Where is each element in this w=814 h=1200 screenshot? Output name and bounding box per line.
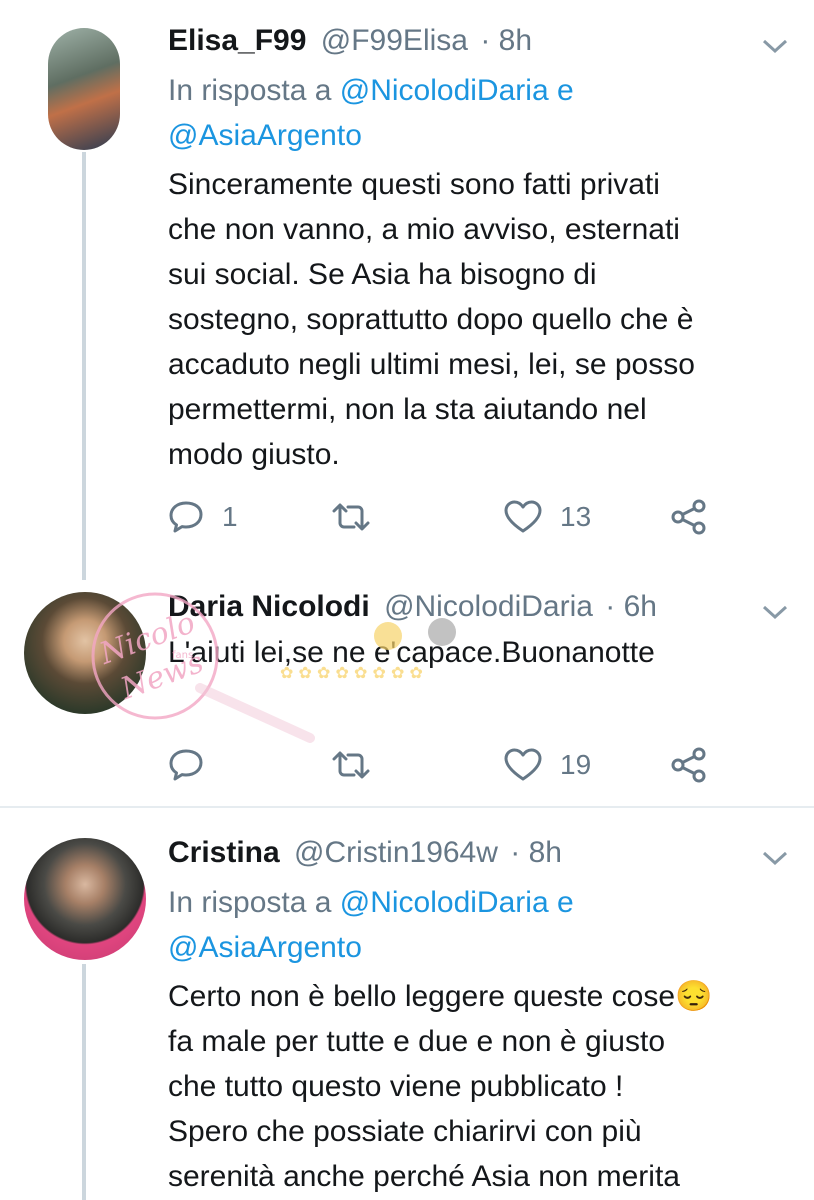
- share-icon: [671, 499, 706, 535]
- author-name[interactable]: Daria Nicolodi: [168, 590, 370, 623]
- reply-context: In risposta a @NicolodiDaria e @AsiaArge…: [168, 68, 574, 158]
- tweet-text-line: permettermi, non la sta aiutando nel: [168, 393, 647, 426]
- tweet-text: L'aiuti lei,se ne e'capace.Buonanotte: [168, 630, 788, 675]
- mention-link[interactable]: @AsiaArgento: [168, 931, 362, 964]
- retweet-icon: [332, 751, 370, 779]
- reply-joiner: e: [556, 886, 574, 919]
- tweet-text-line: che non vanno, a mio avviso, esternati: [168, 213, 680, 246]
- tweet-daria[interactable]: Daria Nicolodi @NicolodiDaria · 6h L'aiu…: [0, 580, 814, 806]
- tweet-cristina[interactable]: Cristina @Cristin1964w · 8h In risposta …: [0, 808, 814, 1200]
- avatar-elisa[interactable]: [48, 28, 120, 150]
- like-count: 19: [560, 749, 592, 780]
- tweet-text-line: fa male per tutte e due e non è giusto: [168, 1025, 666, 1058]
- retweet-button[interactable]: [330, 740, 372, 790]
- tweet-elisa[interactable]: Elisa_F99 @F99Elisa · 8h In risposta a @…: [0, 0, 814, 580]
- author-name[interactable]: Cristina: [168, 836, 280, 869]
- thread-line: [82, 152, 86, 580]
- chevron-down-icon[interactable]: [760, 848, 790, 868]
- author-handle[interactable]: @NicolodiDaria: [384, 590, 593, 623]
- thread-line: [82, 964, 86, 1200]
- author-handle[interactable]: @Cristin1964w: [294, 836, 498, 869]
- chevron-down-icon[interactable]: [760, 36, 790, 56]
- tweet-time: · 8h: [480, 24, 533, 57]
- mention-link[interactable]: @NicolodiDaria: [340, 886, 549, 919]
- tweet-header: Cristina @Cristin1964w · 8h: [168, 836, 562, 870]
- retweet-icon: [332, 503, 370, 531]
- tweet-text-line: Sinceramente questi sono fatti privati: [168, 168, 660, 201]
- share-icon: [671, 747, 706, 783]
- reply-count: 1: [222, 501, 238, 532]
- pensive-emoji: 😔: [675, 980, 713, 1013]
- like-count: 13: [560, 501, 592, 532]
- tweet-text-line: Certo non è bello leggere queste cose: [168, 980, 676, 1013]
- heart-icon: [504, 500, 542, 533]
- reply-joiner: e: [556, 74, 574, 107]
- reply-icon: [169, 749, 203, 781]
- avatar-cristina[interactable]: [24, 838, 146, 960]
- tweet-time: · 6h: [605, 590, 657, 623]
- tweet-actions: 19: [168, 740, 728, 790]
- tweet-text-line: Spero che possiate chiarirvi con più: [168, 1115, 642, 1148]
- share-button[interactable]: [670, 492, 708, 542]
- tweet-header: Elisa_F99 @F99Elisa · 8h: [168, 24, 532, 58]
- like-button[interactable]: 13: [504, 492, 591, 542]
- reply-button[interactable]: 1: [168, 492, 238, 542]
- tweet-text: Sinceramente questi sono fatti privati c…: [168, 162, 788, 477]
- tweet-time: · 8h: [510, 836, 562, 869]
- reply-icon: [169, 501, 203, 533]
- tweet-text-line: che tutto questo viene pubblicato !: [168, 1070, 624, 1103]
- tweet-text-line: sui social. Se Asia ha bisogno di: [168, 258, 597, 291]
- tweet-text-line: sostegno, soprattutto dopo quello che è: [168, 303, 694, 336]
- author-name[interactable]: Elisa_F99: [168, 24, 306, 57]
- share-button[interactable]: [670, 740, 708, 790]
- mention-link[interactable]: @NicolodiDaria: [340, 74, 549, 107]
- tweet-actions: 1 13: [168, 492, 728, 542]
- reply-button[interactable]: [168, 740, 222, 790]
- chevron-down-icon[interactable]: [760, 602, 790, 622]
- tweet-text-line: modo giusto.: [168, 438, 340, 471]
- avatar-daria[interactable]: [24, 592, 146, 714]
- reply-prefix: In risposta a: [168, 74, 332, 107]
- author-handle[interactable]: @F99Elisa: [321, 24, 468, 57]
- reply-prefix: In risposta a: [168, 886, 332, 919]
- mention-link[interactable]: @AsiaArgento: [168, 119, 362, 152]
- tweet-text: Certo non è bello leggere queste cose😔 f…: [168, 974, 788, 1199]
- retweet-button[interactable]: [330, 492, 372, 542]
- tweet-text-line: accaduto negli ultimi mesi, lei, se poss…: [168, 348, 695, 381]
- tweet-header: Daria Nicolodi @NicolodiDaria · 6h: [168, 590, 657, 624]
- like-button[interactable]: 19: [504, 740, 591, 790]
- tweet-text-line: serenità anche perché Asia non merita: [168, 1160, 680, 1193]
- reply-context: In risposta a @NicolodiDaria e @AsiaArge…: [168, 880, 574, 970]
- heart-icon: [504, 748, 542, 781]
- tweet-text-line: L'aiuti lei,se ne e'capace.Buonanotte: [168, 636, 655, 669]
